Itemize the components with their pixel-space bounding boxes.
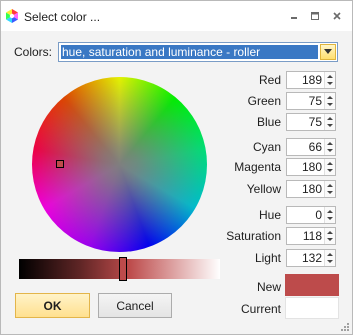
saturation-value: 118 [302, 229, 322, 243]
hue-spinbox[interactable]: 0 [286, 206, 336, 224]
close-button[interactable] [330, 9, 344, 23]
yellow-value: 180 [301, 182, 322, 196]
yellow-spinbox[interactable]: 180 [286, 180, 336, 198]
light-value: 132 [301, 251, 322, 265]
green-value: 75 [308, 94, 322, 108]
magenta-label: Magenta [234, 160, 281, 174]
saturation-spin-arrows[interactable] [324, 228, 335, 244]
luminance-slider-thumb[interactable] [119, 257, 127, 281]
cyan-spinbox[interactable]: 66 [286, 138, 336, 156]
title-bar: Select color ... [1, 1, 352, 31]
light-label: Light [254, 251, 281, 265]
colors-label: Colors: [14, 45, 53, 59]
yellow-label: Yellow [246, 182, 281, 196]
color-wheel-marker[interactable] [56, 160, 64, 168]
red-spinbox[interactable]: 189 [286, 71, 336, 89]
blue-value: 75 [308, 115, 322, 129]
light-spin-arrows[interactable] [324, 250, 335, 266]
cyan-spin-arrows[interactable] [324, 139, 335, 155]
blue-label: Blue [256, 115, 281, 129]
red-spin-arrows[interactable] [324, 72, 335, 88]
blue-spin-arrows[interactable] [324, 114, 335, 130]
magenta-spinbox[interactable]: 180 [286, 158, 336, 176]
cyan-label: Cyan [252, 140, 281, 154]
current-color-label: Current [240, 302, 281, 316]
chevron-down-icon [324, 49, 332, 54]
minimize-button[interactable] [287, 9, 301, 23]
red-label: Red [258, 73, 281, 87]
green-spin-arrows[interactable] [324, 93, 335, 109]
green-label: Green [247, 94, 281, 108]
ok-button[interactable]: OK [15, 293, 90, 318]
red-value: 189 [301, 73, 322, 87]
color-wheel-icon [6, 9, 18, 23]
new-color-label: New [256, 280, 281, 294]
cancel-button[interactable]: Cancel [98, 293, 172, 318]
current-color-swatch [285, 297, 339, 319]
minimize-icon [291, 17, 297, 19]
close-icon [333, 12, 341, 20]
window-title: Select color ... [24, 10, 101, 24]
saturation-label: Saturation [226, 229, 281, 243]
hue-label: Hue [258, 208, 281, 222]
green-spinbox[interactable]: 75 [286, 92, 336, 110]
resize-grip-icon[interactable] [340, 322, 350, 332]
light-spinbox[interactable]: 132 [286, 249, 336, 267]
cyan-value: 66 [308, 140, 322, 154]
magenta-value: 180 [301, 160, 322, 174]
hue-spin-arrows[interactable] [324, 207, 335, 223]
maximize-button[interactable] [308, 9, 322, 23]
maximize-icon [311, 12, 319, 20]
saturation-spinbox[interactable]: 118 [286, 227, 336, 245]
colors-selected-value: hue, saturation and luminance - roller [61, 45, 318, 59]
hue-value: 0 [315, 208, 322, 222]
new-color-swatch [285, 274, 339, 296]
colors-dropdown[interactable]: hue, saturation and luminance - roller [58, 42, 338, 62]
blue-spinbox[interactable]: 75 [286, 113, 336, 131]
magenta-spin-arrows[interactable] [324, 159, 335, 175]
select-color-dialog: Select color ... Colors: hue, saturation… [0, 0, 353, 335]
colors-dropdown-button[interactable] [320, 44, 336, 60]
yellow-spin-arrows[interactable] [324, 181, 335, 197]
